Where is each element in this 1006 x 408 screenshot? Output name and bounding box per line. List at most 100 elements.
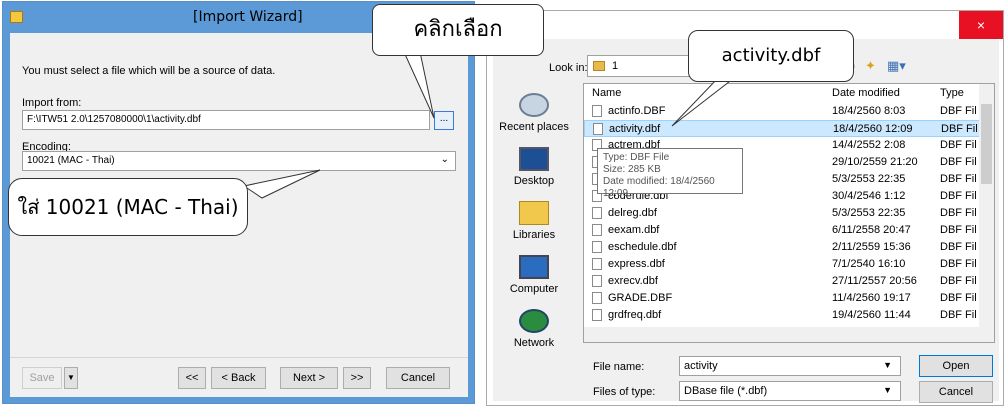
file-date: 5/3/2553 22:35 [832,207,906,219]
file-icon [593,123,603,135]
place-label: Desktop [513,175,555,187]
dialog-cancel-button[interactable]: Cancel [919,381,993,403]
tooltip-size: Size: 285 KB [603,164,661,175]
file-name: GRADE.DBF [608,292,673,304]
file-icon [592,241,602,253]
file-name-label: File name: [593,361,645,373]
file-date: 29/10/2559 21:20 [832,156,918,168]
first-page-button[interactable]: << [178,367,206,389]
next-button[interactable]: Next > [280,367,338,389]
import-from-label: Import from: [22,97,82,109]
wizard-title: [Import Wizard] [193,9,303,25]
save-dropdown-button[interactable]: ▼ [64,367,78,389]
file-type: DBF Fil [940,309,977,321]
place-label: Computer [509,283,559,295]
file-type: DBF Fil [940,275,977,287]
file-date: 18/4/2560 8:03 [832,105,906,117]
file-name: delreg.dbf [608,207,657,219]
place-label: Recent places [499,121,569,133]
file-type: DBF Fil [940,241,977,253]
file-date: 18/4/2560 12:09 [833,123,913,135]
save-button[interactable]: Save [22,367,62,389]
file-type-label: Files of type: [593,386,656,398]
place-network[interactable]: Network [493,309,575,349]
file-icon [592,292,602,304]
file-tooltip: Type: DBF File Size: 285 KB Date modifie… [597,148,743,199]
place-desktop[interactable]: Desktop [493,147,575,187]
file-type-select[interactable]: DBase file (*.dbf) ▼ [679,381,901,401]
file-icon [592,275,602,287]
file-name-input[interactable]: activity ▼ [679,356,901,376]
file-row[interactable]: eschedule.dbf 2/11/2559 15:36 DBF Fil [584,239,981,256]
file-date: 30/4/2546 1:12 [832,190,906,202]
file-type-value: DBase file (*.dbf) [684,385,768,397]
tooltip-type: Type: DBF File [603,152,670,163]
chevron-down-icon[interactable]: ▼ [883,360,892,370]
wizard-cancel-button[interactable]: Cancel [386,367,450,389]
dialog-body: Look in: 1 ⮉ ✦ ▦▾ Recent places Desktop … [493,39,999,403]
file-row[interactable]: eexam.dbf 6/11/2558 20:47 DBF Fil [584,222,981,239]
new-folder-icon[interactable]: ✦ [865,58,876,74]
browse-button[interactable]: ... [434,111,454,130]
last-page-button[interactable]: >> [343,367,371,389]
file-name: grdfreq.dbf [608,309,662,321]
file-type: DBF Fil [941,123,978,135]
file-row[interactable]: activity.dbf 18/4/2560 12:09 DBF Fil [584,120,981,137]
column-header-name[interactable]: Name [592,84,621,102]
close-button[interactable]: × [959,11,1003,39]
place-libraries[interactable]: Libraries [493,201,575,241]
libraries-icon [519,201,549,225]
file-row[interactable]: exrecv.dbf 27/11/2557 20:56 DBF Fil [584,273,981,290]
chevron-down-icon: ⌄ [440,154,449,165]
network-icon [519,309,549,333]
look-in-value: 1 [612,60,619,72]
place-recent[interactable]: Recent places [493,93,575,133]
file-row[interactable]: express.dbf 7/1/2540 16:10 DBF Fil [584,256,981,273]
wizard-hint: You must select a file which will be a s… [22,65,276,77]
folder-icon [593,61,605,71]
file-icon [592,258,602,270]
app-icon [10,11,23,23]
encoding-value: 10021 (MAC - Thai) [27,155,115,166]
file-date: 2/11/2559 15:36 [832,241,911,253]
open-button[interactable]: Open [919,355,993,377]
file-icon [592,207,602,219]
divider [10,357,468,358]
view-menu-icon[interactable]: ▦▾ [887,58,906,74]
import-path-field[interactable]: F:\ITW51 2.0\1257080000\1\activity.dbf [22,110,430,130]
file-date: 7/1/2540 16:10 [832,258,906,270]
file-date: 11/4/2560 19:17 [832,292,911,304]
file-icon [592,224,602,236]
vertical-scrollbar[interactable] [979,84,994,328]
column-header-date[interactable]: Date modified [832,84,900,102]
back-button[interactable]: < Back [211,367,266,389]
chevron-down-icon: ▼ [883,385,892,395]
tooltip-modified: Date modified: 18/4/2560 12:09 [603,176,715,199]
file-type: DBF Fil [940,258,977,270]
column-header-type[interactable]: Type [940,84,964,102]
encoding-select[interactable]: 10021 (MAC - Thai) ⌄ [22,151,456,171]
file-list[interactable]: Name Date modified Type actinfo.DBF 18/4/… [583,83,995,343]
file-row[interactable]: actinfo.DBF 18/4/2560 8:03 DBF Fil [584,103,981,120]
file-date: 19/4/2560 11:44 [832,309,911,321]
callout-click-select: คลิกเลือก [372,4,544,56]
horizontal-scrollbar[interactable] [584,327,994,342]
computer-icon [519,255,549,279]
file-type: DBF Fil [940,139,977,151]
file-name: actinfo.DBF [608,105,666,117]
file-row[interactable]: delreg.dbf 5/3/2553 22:35 DBF Fil [584,205,981,222]
place-label: Network [513,337,555,349]
callout-encoding-note: ใส่ 10021 (MAC - Thai) [8,178,248,236]
file-date: 14/4/2552 2:08 [832,139,906,151]
file-row[interactable]: GRADE.DBF 11/4/2560 19:17 DBF Fil [584,290,981,307]
file-date: 6/11/2558 20:47 [832,224,911,236]
place-computer[interactable]: Computer [493,255,575,295]
file-name: eschedule.dbf [608,241,677,253]
file-icon [592,105,602,117]
file-name: activity.dbf [609,123,661,135]
file-type: DBF Fil [940,173,977,185]
file-row[interactable]: grdfreq.dbf 19/4/2560 11:44 DBF Fil [584,307,981,324]
scroll-thumb[interactable] [981,104,992,184]
recent-places-icon [519,93,549,117]
file-type: DBF Fil [940,190,977,202]
